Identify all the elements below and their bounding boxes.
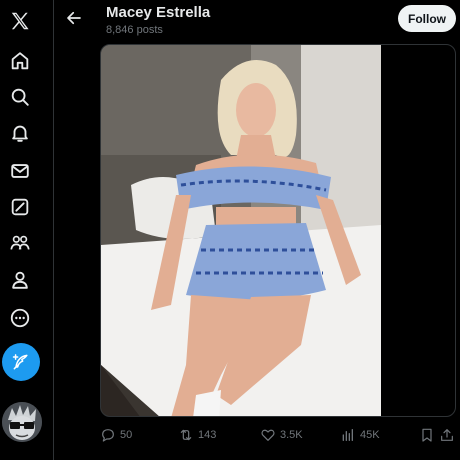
profile-header: Macey Estrella 8,846 posts Follow: [54, 0, 460, 44]
reply-count: 50: [120, 429, 133, 441]
grok-icon[interactable]: [5, 192, 35, 222]
home-icon[interactable]: [5, 46, 35, 76]
post-photo: [101, 45, 381, 416]
heart-icon: [261, 429, 275, 441]
share-button[interactable]: [436, 424, 458, 446]
post-actions: 50 143 3.5K 45K: [100, 424, 460, 448]
like-button[interactable]: 3.5K: [260, 424, 303, 446]
views-button[interactable]: 45K: [340, 424, 380, 446]
reply-icon: [102, 429, 114, 442]
profile-name: Macey Estrella: [106, 4, 211, 21]
back-button[interactable]: [62, 6, 86, 30]
more-icon[interactable]: [5, 303, 35, 333]
follow-button[interactable]: Follow: [398, 5, 456, 32]
account-avatar[interactable]: [2, 402, 42, 442]
views-chart-icon: [342, 429, 353, 441]
reply-button[interactable]: 50: [100, 424, 132, 446]
left-nav-rail: [0, 0, 42, 460]
feather-plus-icon: [12, 354, 28, 370]
messages-icon[interactable]: [5, 156, 35, 186]
repost-icon: [180, 429, 192, 441]
repost-count: 143: [198, 429, 217, 441]
bookmark-button[interactable]: [416, 424, 438, 446]
like-count: 3.5K: [280, 429, 303, 441]
notifications-icon[interactable]: [5, 118, 35, 148]
app-root: Macey Estrella 8,846 posts Follow 50 143…: [0, 0, 460, 460]
arrow-left-icon: [67, 11, 81, 25]
share-icon: [441, 429, 453, 441]
compose-post-button[interactable]: [2, 343, 40, 381]
post-media[interactable]: [100, 44, 456, 417]
nav-divider: [53, 0, 54, 460]
x-logo-icon[interactable]: [5, 6, 35, 36]
communities-icon[interactable]: [5, 228, 35, 258]
view-count: 45K: [360, 429, 380, 441]
post-count: 8,846 posts: [106, 24, 163, 36]
repost-button[interactable]: 143: [178, 424, 216, 446]
profile-icon[interactable]: [5, 265, 35, 295]
search-icon[interactable]: [5, 82, 35, 112]
bookmark-icon: [422, 428, 432, 442]
